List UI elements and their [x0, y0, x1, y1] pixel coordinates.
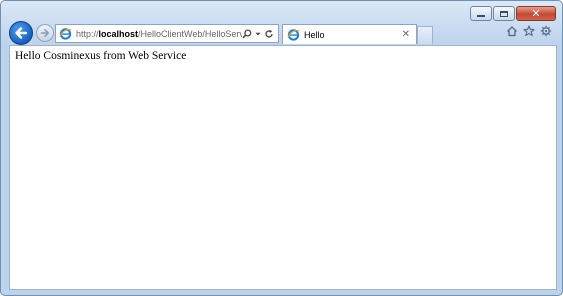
maximize-icon	[500, 10, 508, 17]
new-tab-button[interactable]	[417, 26, 433, 44]
ie-page-icon	[59, 28, 72, 40]
maximize-button[interactable]	[493, 6, 515, 21]
back-arrow-icon	[15, 27, 28, 39]
back-button[interactable]	[9, 21, 33, 45]
page-content: Hello Cosminexus from Web Service	[9, 45, 557, 290]
search-icon[interactable]	[242, 28, 252, 39]
gear-icon[interactable]	[540, 25, 552, 37]
window-controls: ✕	[470, 6, 556, 21]
minimize-icon	[477, 15, 485, 17]
url-text: http://localhost/HelloClientWeb/HelloSer…	[76, 29, 242, 39]
minimize-button[interactable]	[470, 6, 492, 21]
search-dropdown-icon[interactable]	[255, 31, 261, 37]
tab-title: Hello	[304, 29, 325, 40]
command-icons	[506, 25, 552, 37]
tab-close-icon[interactable]: ✕	[402, 29, 410, 40]
forward-arrow-icon	[40, 29, 49, 37]
url-prefix: http://	[76, 28, 99, 39]
url-path: /HelloClientWeb/HelloServlet	[138, 28, 242, 39]
tab-hello[interactable]: Hello ✕	[282, 24, 417, 44]
close-icon: ✕	[531, 7, 541, 20]
star-icon[interactable]	[523, 25, 535, 37]
home-icon[interactable]	[506, 25, 518, 37]
page-body-text: Hello Cosminexus from Web Service	[15, 50, 187, 62]
refresh-icon[interactable]	[264, 29, 274, 39]
browser-window: ✕ http://localhost/HelloClientWeb/HelloS…	[0, 0, 563, 296]
address-tools	[242, 28, 274, 39]
ie-page-icon	[287, 29, 300, 41]
url-host: localhost	[98, 28, 139, 39]
forward-button[interactable]	[36, 24, 54, 42]
address-bar[interactable]: http://localhost/HelloClientWeb/HelloSer…	[55, 24, 279, 43]
close-window-button[interactable]: ✕	[516, 6, 556, 21]
